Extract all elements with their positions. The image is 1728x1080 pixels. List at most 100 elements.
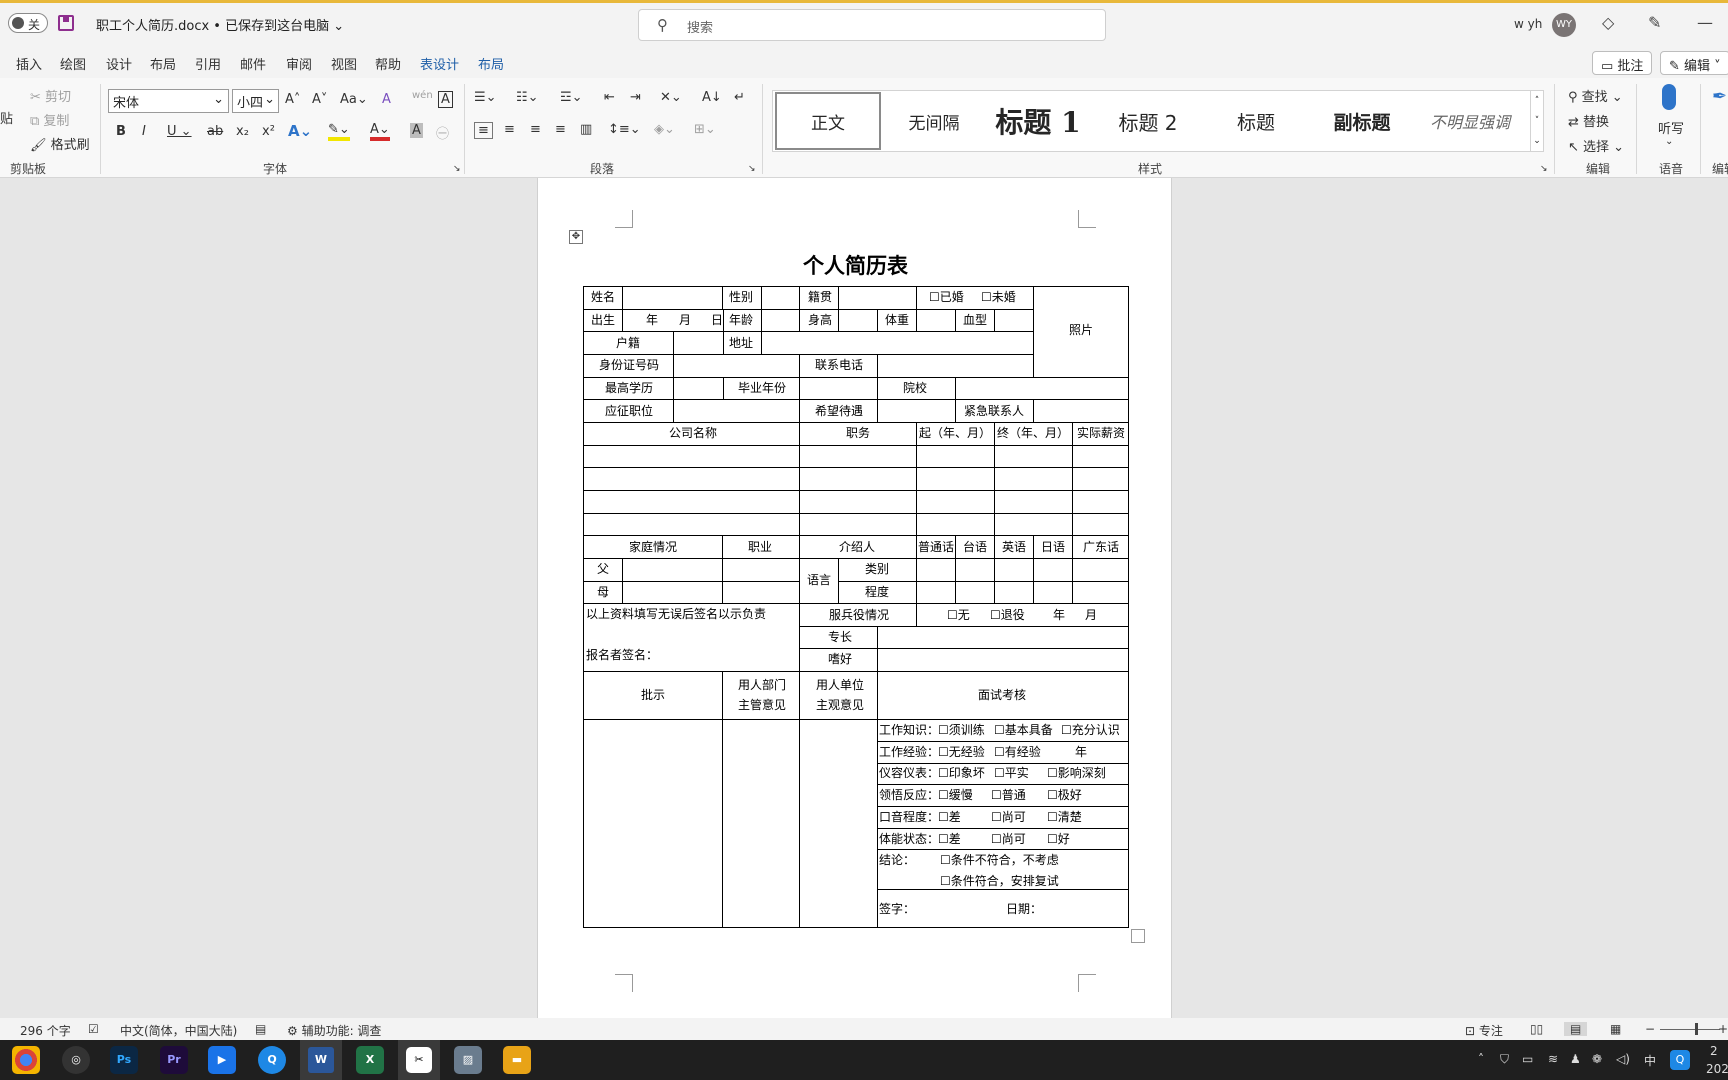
shading-icon[interactable]: ◈⌄ [654,122,675,137]
shrink-font-icon[interactable]: A˅ [312,92,327,107]
shield-icon[interactable]: ⛉ [1500,1052,1509,1067]
style-heading-2[interactable]: 标题 2 [1095,91,1201,151]
format-painter-button[interactable]: 🖌 格式刷 [30,134,90,153]
tab-insert[interactable]: 插入 [16,54,42,73]
meeting-icon[interactable]: ▶ [208,1046,236,1074]
macro-icon[interactable]: ▤ [255,1022,266,1036]
style-no-spacing[interactable]: 无间隔 [881,91,987,151]
avatar[interactable]: WY [1552,13,1576,37]
tab-mailings[interactable]: 邮件 [240,54,266,73]
checkbox-option[interactable]: ☐条件不符合，不考虑 [940,853,1059,867]
checkbox-option[interactable]: ☐尚可 [991,832,1026,846]
battery-icon[interactable]: ▭ [1522,1052,1533,1066]
checkbox-option[interactable]: ☐尚可 [991,810,1026,824]
style-subtle-emphasis[interactable]: 不明显强调 [1417,91,1523,151]
chevron-up-icon[interactable]: ˄ [1478,1052,1484,1066]
style-title[interactable]: 标题 [1203,91,1309,151]
checkbox-option[interactable]: ☐影响深刻 [1047,766,1106,780]
chevron-down-icon[interactable]: ˅ [1531,111,1543,131]
strikethrough-icon[interactable]: ab [207,124,223,139]
proofing-icon[interactable]: ☑ [88,1022,99,1036]
comment-button[interactable]: ▭ 批注 [1592,51,1652,75]
enclose-char-icon[interactable]: ㊀ [436,123,449,142]
cut-button[interactable]: ✂ 剪切 [30,86,71,105]
web-layout-icon[interactable]: ▦ [1610,1022,1621,1036]
checkbox-option[interactable]: ☐差 [938,832,961,846]
tab-review[interactable]: 审阅 [286,54,312,73]
style-heading-1[interactable]: 标题 1 [985,91,1091,151]
highlight-icon[interactable]: ✎⌄ [328,122,350,141]
microphone-icon[interactable] [1662,84,1676,110]
checkbox-option[interactable]: ☐清楚 [1047,810,1082,824]
launcher-icon[interactable]: ↘ [453,164,461,174]
increase-indent-icon[interactable]: ⇥ [630,90,641,105]
diamond-icon[interactable]: ◇ [1602,13,1614,32]
paste-button[interactable]: 贴 [0,108,13,127]
editor-icon[interactable]: ✒ [1712,86,1727,107]
checkbox-option[interactable]: ☐印象坏 [938,766,985,780]
dictate-label[interactable]: 听写 [1658,118,1684,137]
borders-icon[interactable]: ⊞⌄ [694,122,716,137]
tab-references[interactable]: 引用 [195,54,221,73]
photos-icon[interactable]: ▨ [454,1046,482,1074]
excel-icon[interactable]: X [356,1046,384,1074]
checkbox-option[interactable]: ☐差 [938,810,961,824]
checkbox-option[interactable]: ☐须训练 [938,723,985,737]
launcher-icon[interactable]: ↘ [1540,164,1548,174]
underline-icon[interactable]: U ⌄ [167,124,192,139]
accessibility-status[interactable]: ⚙ 辅助功能: 调查 [287,1022,381,1039]
qq-icon[interactable]: ♟ [1570,1052,1581,1066]
table-resize-handle[interactable] [1131,929,1145,943]
app-tray-icon[interactable]: Q [1670,1050,1690,1070]
replace-button[interactable]: ⇄ 替换 [1568,111,1609,130]
checkbox-option[interactable]: ☐有经验 [994,745,1041,759]
align-center-icon[interactable]: ≡ [504,122,515,137]
checkbox-option[interactable]: ☐平实 [994,766,1029,780]
capcut-taskbar-button[interactable]: ✂ [398,1040,440,1080]
tab-help[interactable]: 帮助 [375,54,401,73]
grow-font-icon[interactable]: A˄ [285,92,300,107]
wifi-icon[interactable]: ≋ [1548,1052,1558,1066]
pen-icon[interactable]: ✎ [1648,13,1661,32]
numbering-icon[interactable]: ☷⌄ [516,90,539,105]
decrease-indent-icon[interactable]: ⇤ [604,90,615,105]
more-icon[interactable]: ⌄ [1531,131,1543,151]
search-box[interactable]: ⚲ 搜索 [638,9,1106,41]
chevron-down-icon[interactable]: ⌄ [1665,136,1673,147]
checkbox-option[interactable]: ☐缓慢 [938,788,973,802]
line-spacing-icon[interactable]: ↕≡⌄ [608,122,641,137]
zoom-in-icon[interactable]: + [1718,1022,1728,1036]
wechat-icon[interactable]: ❁ [1592,1052,1602,1066]
font-color-icon[interactable]: A⌄ [370,122,390,141]
checkbox-unmarried[interactable]: ☐未婚 [981,290,1016,304]
read-mode-icon[interactable]: ▯▯ [1530,1022,1543,1036]
file-explorer-icon[interactable]: ▬ [503,1046,531,1074]
multilevel-list-icon[interactable]: ☲⌄ [560,90,583,105]
checkbox-option[interactable]: ☐条件符合，安排复试 [940,874,1059,888]
launcher-icon[interactable]: ↘ [748,164,756,174]
text-effects-icon[interactable]: A⌄ [288,122,312,140]
print-layout-icon[interactable]: ▤ [1564,1022,1587,1036]
style-normal[interactable]: 正文 [775,92,881,150]
clear-format-icon[interactable]: A [382,92,391,107]
sort-icon[interactable]: A↓ [702,90,722,105]
bullets-icon[interactable]: ☰⌄ [474,90,497,105]
justify-icon[interactable]: ≡ [555,122,566,137]
premiere-icon[interactable]: Pr [160,1046,188,1074]
zoom-slider[interactable] [1660,1029,1720,1030]
volume-icon[interactable]: ◁) [1616,1052,1630,1066]
tab-draw[interactable]: 绘图 [60,54,86,73]
checkbox-option[interactable]: ☐普通 [991,788,1026,802]
tab-table-design[interactable]: 表设计 [420,54,459,73]
checkbox-option[interactable]: ☐无经验 [938,745,985,759]
chrome-icon[interactable] [12,1046,40,1074]
browser-icon[interactable]: Q [258,1046,286,1074]
char-border-icon[interactable]: A [438,91,453,108]
copy-button[interactable]: ⧉ 复制 [30,110,69,129]
clock-date[interactable]: 202 [1706,1062,1728,1076]
word-count[interactable]: 296 个字 [20,1022,71,1039]
align-left-icon[interactable]: ≡ [474,122,493,139]
find-button[interactable]: ⚲ 查找 ⌄ [1568,86,1623,105]
focus-mode[interactable]: ⊡ 专注 [1465,1022,1503,1039]
word-taskbar-button[interactable]: W [300,1040,342,1080]
